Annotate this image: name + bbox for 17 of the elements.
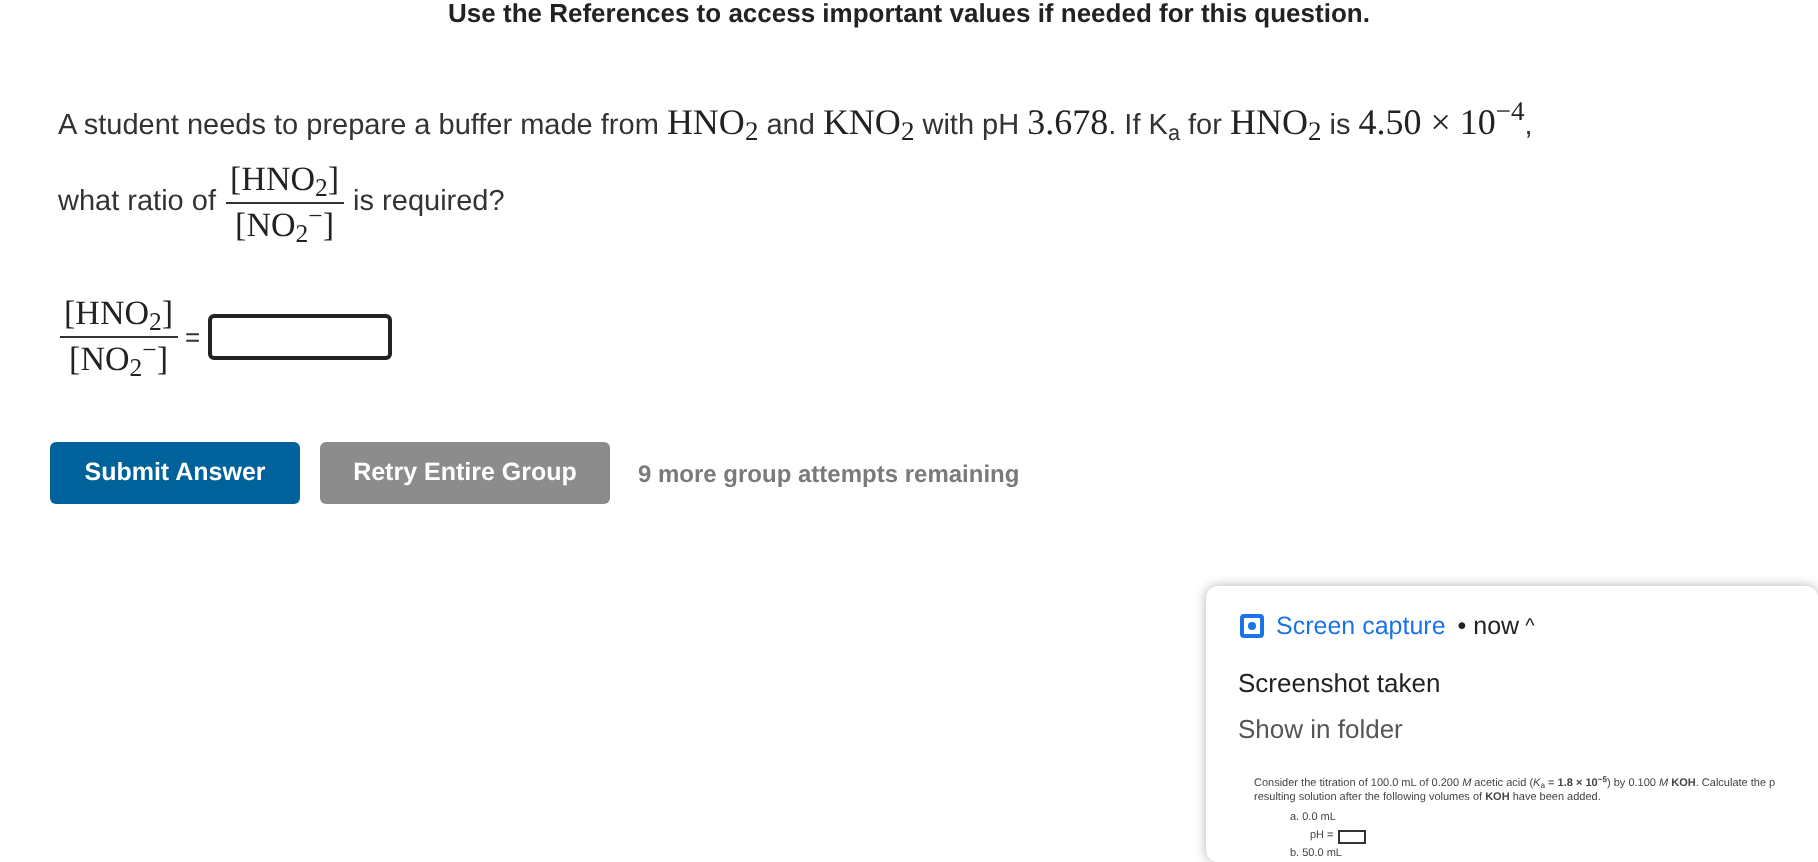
header-note: Use the References to access important values if needed for this question. xyxy=(448,0,1370,28)
ratio-fraction: [HNO$_{2}$] [NO$_{2}$$^{−}$] xyxy=(60,292,178,382)
question-text: A student needs to prepare a buffer made from HNO$_{2}$ and KNO$_{2}$ with pH 3.678. If K$_{a}$ for HNO$_{2}$ is 4.50 × 10$^{−4}$, xyxy=(58,96,1535,150)
notification-title: Screenshot taken xyxy=(1238,665,1443,702)
equals-sign: = xyxy=(185,319,201,356)
screen-capture-icon xyxy=(1240,614,1264,639)
question-text: is required? xyxy=(353,183,505,222)
notification-time: • now xyxy=(1457,610,1520,644)
question-text: what ratio of xyxy=(58,183,216,222)
show-in-folder-link[interactable]: Show in folder xyxy=(1238,710,1403,750)
ratio-fraction: [HNO$_{2}$] [NO$_{2}$$^{−}$] xyxy=(226,158,344,248)
attempts-text: 9 more group attempts remaining xyxy=(638,457,1020,491)
answer-field[interactable] xyxy=(208,314,393,360)
submit-button[interactable]: Submit Answer xyxy=(50,442,300,504)
preview-answer-field xyxy=(1337,829,1366,844)
expand-button[interactable]: ^ xyxy=(1525,611,1535,642)
app-name: Screen capture xyxy=(1276,610,1446,644)
